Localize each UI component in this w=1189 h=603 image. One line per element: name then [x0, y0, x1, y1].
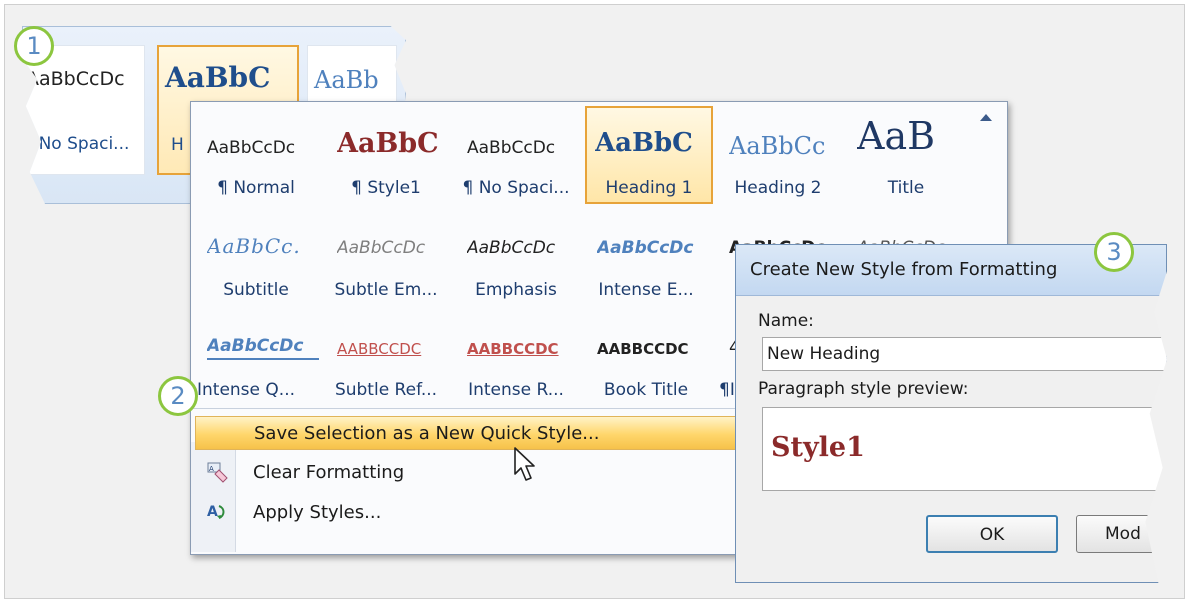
style-label: Emphasis: [475, 280, 557, 300]
name-label: Name:: [758, 311, 814, 331]
ok-button[interactable]: OK: [926, 515, 1058, 553]
style-style1[interactable]: AaBbC ¶ Style1: [327, 112, 445, 200]
style-sample: AABBCCDC: [337, 340, 422, 358]
style-title[interactable]: AaB Title: [847, 112, 965, 200]
ribbon-style-label: No Spaci...: [38, 134, 130, 154]
dialog-title: Create New Style from Formatting: [750, 259, 1058, 280]
style-label: Book Title: [603, 380, 689, 400]
menu-item-label: Apply Styles...: [253, 502, 382, 523]
style-sample: AaBbC: [337, 128, 439, 159]
apply-styles-icon: A: [207, 504, 225, 520]
clear-formatting-icon: A: [207, 462, 228, 483]
mouse-pointer-icon: [514, 447, 535, 481]
create-new-style-dialog: Create New Style from Formatting Name: N…: [735, 244, 1167, 583]
style-book-title[interactable]: AABBCCDC Book Title: [587, 314, 705, 402]
style-intense-emphasis[interactable]: AaBbCcDc Intense E...: [587, 214, 705, 302]
ribbon-style-sample: AaBbCcDc: [26, 68, 125, 90]
preview-label: Paragraph style preview:: [758, 379, 969, 399]
ribbon-style-sample: AaBb: [314, 66, 379, 94]
style-normal[interactable]: AaBbCcDc ¶ Normal: [197, 112, 315, 200]
style-label: Heading 1: [605, 178, 693, 198]
scroll-up-icon[interactable]: [980, 114, 992, 121]
style-preview-box: Style1: [762, 407, 1167, 491]
style-sample: AaBbCcDc: [467, 138, 556, 158]
style-sample: AaBbCcDc: [597, 238, 694, 258]
style-subtitle[interactable]: AaBbCc. Subtitle: [197, 214, 315, 302]
style-sample: AaBbCc: [729, 132, 826, 160]
style-no-spacing[interactable]: AaBbCcDc ¶ No Spaci...: [457, 112, 575, 200]
style-label: Heading 2: [734, 178, 822, 198]
callout-1: 1: [14, 26, 54, 66]
style-label: Intense Q...: [197, 380, 295, 400]
style-sample: AaBbCcDc: [337, 238, 426, 258]
style-subtle-reference[interactable]: AABBCCDC Subtle Ref...: [327, 314, 445, 402]
style-sample: AaBbC: [595, 128, 693, 158]
style-label: ¶ No Spaci...: [462, 178, 570, 198]
style-intense-quote[interactable]: AaBbCcDc Intense Q...: [197, 314, 319, 402]
style-label: Subtle Em...: [334, 280, 438, 300]
name-field[interactable]: New Heading: [762, 337, 1167, 371]
callout-3: 3: [1094, 232, 1134, 272]
menu-item-label: Clear Formatting: [253, 462, 405, 483]
style-sample: AaBbCcDc: [207, 138, 296, 158]
style-sample: AaBbCc.: [207, 234, 301, 258]
style-sample: AaBbCcDc: [207, 336, 319, 360]
menu-item-label: Save Selection as a New Quick Style...: [254, 423, 600, 444]
style-label: Subtitle: [223, 280, 289, 300]
style-preview-text: Style1: [771, 432, 865, 463]
callout-2: 2: [158, 376, 198, 416]
svg-text:A: A: [209, 465, 214, 473]
style-intense-reference[interactable]: AABBCCDC Intense R...: [457, 314, 575, 402]
style-sample: AABBCCDC: [467, 340, 559, 358]
style-emphasis[interactable]: AaBbCcDc Emphasis: [457, 214, 575, 302]
style-label: Intense R...: [468, 380, 564, 400]
style-sample: AaB: [857, 114, 936, 158]
style-label: Title: [887, 178, 925, 198]
style-sample: AABBCCDC: [597, 340, 689, 358]
style-heading-2[interactable]: AaBbCc Heading 2: [719, 112, 837, 200]
svg-text:A: A: [207, 504, 218, 520]
style-label: ¶ Normal: [217, 178, 295, 198]
style-sample: AaBbCcDc: [467, 238, 556, 258]
style-label: Subtle Ref...: [334, 380, 438, 400]
style-subtle-emphasis[interactable]: AaBbCcDc Subtle Em...: [327, 214, 445, 302]
style-heading-1[interactable]: AaBbC Heading 1: [585, 106, 713, 204]
style-label: Intense E...: [598, 280, 694, 300]
name-field-value: New Heading: [767, 344, 881, 364]
ribbon-style-sample: AaBbC: [165, 61, 271, 94]
style-label: ¶ Style1: [351, 178, 421, 198]
